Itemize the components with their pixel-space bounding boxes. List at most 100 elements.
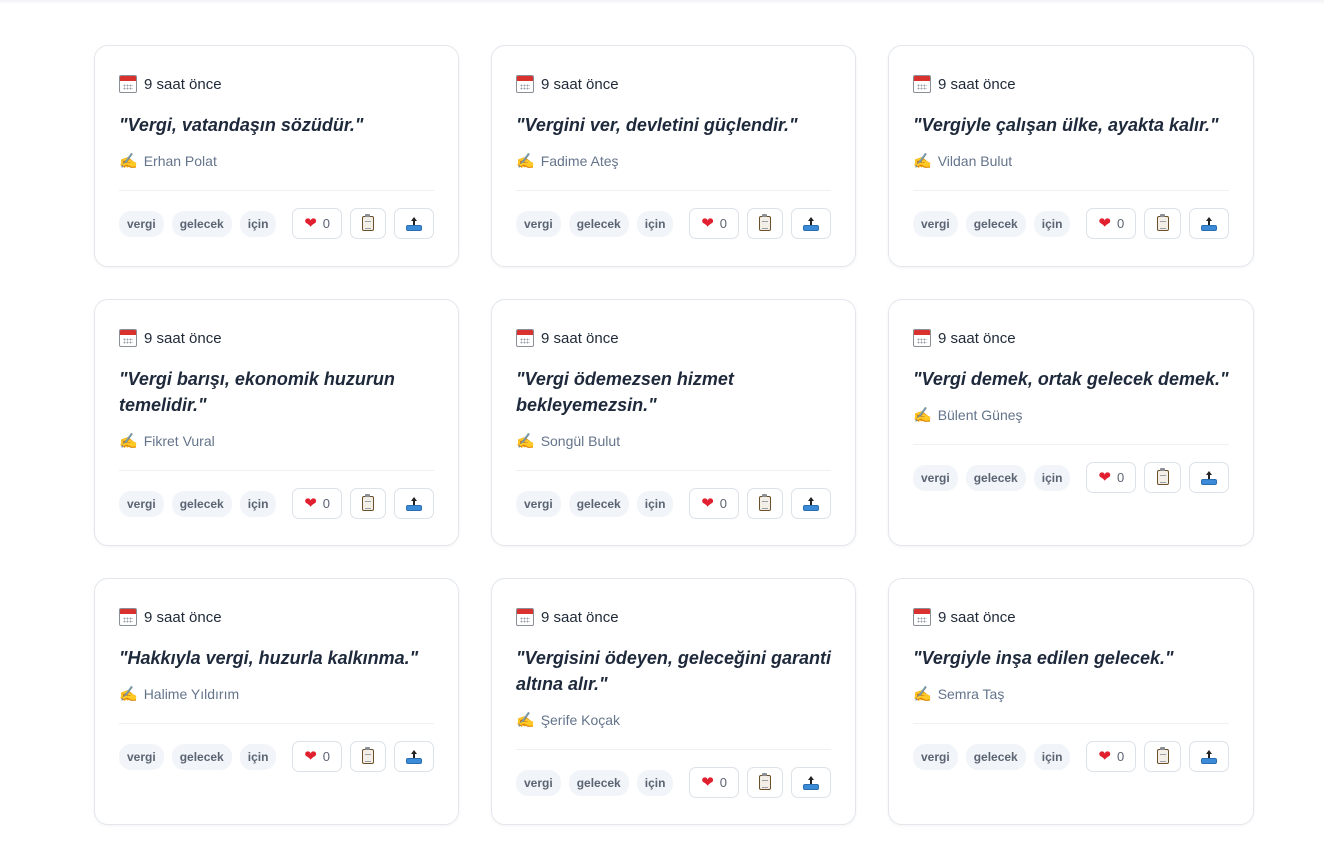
quote-author: ✍️ Bülent Güneş (913, 406, 1229, 424)
copy-button[interactable] (349, 488, 387, 519)
tag[interactable]: için (636, 769, 674, 796)
heart-icon: ❤ (1098, 215, 1111, 232)
tag[interactable]: gelecek (171, 210, 232, 237)
divider (913, 444, 1229, 445)
clipboard-icon (362, 214, 375, 231)
quote-text: "Vergi barışı, ekonomik huzurun temelidi… (119, 369, 395, 415)
tag[interactable]: gelecek (568, 769, 629, 796)
like-button[interactable]: ❤ 0 (689, 208, 739, 239)
share-button[interactable] (1189, 741, 1229, 772)
like-button[interactable]: ❤ 0 (689, 767, 739, 798)
author-name: Bülent Güneş (937, 407, 1023, 423)
calendar-icon (516, 75, 534, 93)
tag[interactable]: için (1033, 210, 1071, 237)
tag[interactable]: vergi (119, 490, 164, 517)
quote-card: 9 saat önce "Vergi, vatandaşın sözüdür."… (94, 45, 459, 267)
tag[interactable]: vergi (913, 743, 958, 770)
quote-text: "Vergi, vatandaşın sözüdür." (119, 115, 364, 135)
tag[interactable]: için (239, 210, 277, 237)
tag[interactable]: gelecek (171, 743, 232, 770)
calendar-icon (516, 608, 534, 626)
tag[interactable]: gelecek (568, 210, 629, 237)
tag[interactable]: için (239, 743, 277, 770)
author-name: Fadime Ateş (540, 153, 619, 169)
tag[interactable]: için (636, 490, 674, 517)
copy-button[interactable] (1144, 741, 1182, 772)
like-button[interactable]: ❤ 0 (1086, 462, 1137, 493)
writing-hand-icon: ✍️ (516, 433, 535, 450)
like-button[interactable]: ❤ 0 (292, 488, 342, 519)
clipboard-icon (759, 494, 772, 511)
quote-author: ✍️ Şerife Koçak (516, 711, 831, 729)
quote-text: "Vergisini ödeyen, geleceğini garanti al… (516, 648, 831, 694)
tag[interactable]: için (1033, 743, 1071, 770)
writing-hand-icon: ✍️ (516, 153, 535, 170)
outbox-tray-icon (803, 496, 820, 511)
card-footer: vergi gelecek için ❤ 0 (913, 462, 1229, 493)
copy-button[interactable] (746, 488, 784, 519)
card-footer: vergi gelecek için ❤ 0 (516, 488, 831, 519)
tag[interactable]: gelecek (171, 490, 232, 517)
card-footer: vergi gelecek için ❤ 0 (119, 741, 434, 772)
copy-button[interactable] (746, 767, 784, 798)
share-button[interactable] (791, 488, 831, 519)
tag[interactable]: için (636, 210, 674, 237)
quote-card: 9 saat önce "Vergi demek, ortak gelecek … (888, 299, 1254, 546)
like-button[interactable]: ❤ 0 (292, 208, 342, 239)
tag[interactable]: vergi (516, 210, 561, 237)
card-footer: vergi gelecek için ❤ 0 (913, 208, 1229, 239)
tag[interactable]: gelecek (965, 464, 1026, 491)
calendar-icon (913, 329, 931, 347)
tag[interactable]: gelecek (965, 743, 1026, 770)
card-footer: vergi gelecek için ❤ 0 (516, 767, 831, 798)
copy-button[interactable] (349, 208, 387, 239)
clipboard-icon (759, 214, 772, 231)
tag[interactable]: gelecek (568, 490, 629, 517)
share-button[interactable] (1189, 462, 1229, 493)
quote-card: 9 saat önce "Vergisini ödeyen, geleceğin… (491, 578, 856, 825)
tag[interactable]: vergi (516, 769, 561, 796)
calendar-icon (913, 608, 931, 626)
tag[interactable]: vergi (913, 210, 958, 237)
calendar-icon (913, 75, 931, 93)
copy-button[interactable] (746, 208, 784, 239)
clipboard-icon (759, 773, 772, 790)
share-button[interactable] (1189, 208, 1229, 239)
outbox-tray-icon (1201, 749, 1218, 764)
tag[interactable]: gelecek (965, 210, 1026, 237)
share-button[interactable] (791, 208, 831, 239)
share-button[interactable] (791, 767, 831, 798)
tag[interactable]: vergi (119, 210, 164, 237)
tag[interactable]: vergi (516, 490, 561, 517)
quote-date: 9 saat önce (516, 607, 831, 627)
quote-text: "Vergiyle çalışan ülke, ayakta kalır." (913, 115, 1219, 135)
tag[interactable]: vergi (119, 743, 164, 770)
like-count: 0 (322, 496, 331, 511)
like-button[interactable]: ❤ 0 (1086, 208, 1137, 239)
tag[interactable]: vergi (913, 464, 958, 491)
copy-button[interactable] (349, 741, 387, 772)
tag[interactable]: için (239, 490, 277, 517)
copy-button[interactable] (1144, 462, 1182, 493)
like-button[interactable]: ❤ 0 (292, 741, 342, 772)
quote-card: 9 saat önce "Vergini ver, devletini güçl… (491, 45, 856, 267)
copy-button[interactable] (1144, 208, 1182, 239)
share-button[interactable] (394, 208, 434, 239)
calendar-icon (516, 329, 534, 347)
date-text: 9 saat önce (144, 329, 222, 347)
clipboard-icon (1156, 468, 1169, 485)
like-button[interactable]: ❤ 0 (689, 488, 739, 519)
outbox-tray-icon (406, 496, 423, 511)
quote-author: ✍️ Halime Yıldırım (119, 685, 434, 703)
share-button[interactable] (394, 741, 434, 772)
divider (119, 723, 434, 724)
quote-text: "Vergi ödemezsen hizmet bekleyemezsin." (516, 369, 734, 415)
tag[interactable]: için (1033, 464, 1071, 491)
like-button[interactable]: ❤ 0 (1086, 741, 1137, 772)
calendar-icon (119, 75, 137, 93)
date-text: 9 saat önce (541, 329, 619, 347)
share-button[interactable] (394, 488, 434, 519)
top-shadow (0, 0, 1324, 4)
writing-hand-icon: ✍️ (913, 686, 932, 703)
date-text: 9 saat önce (938, 608, 1016, 626)
